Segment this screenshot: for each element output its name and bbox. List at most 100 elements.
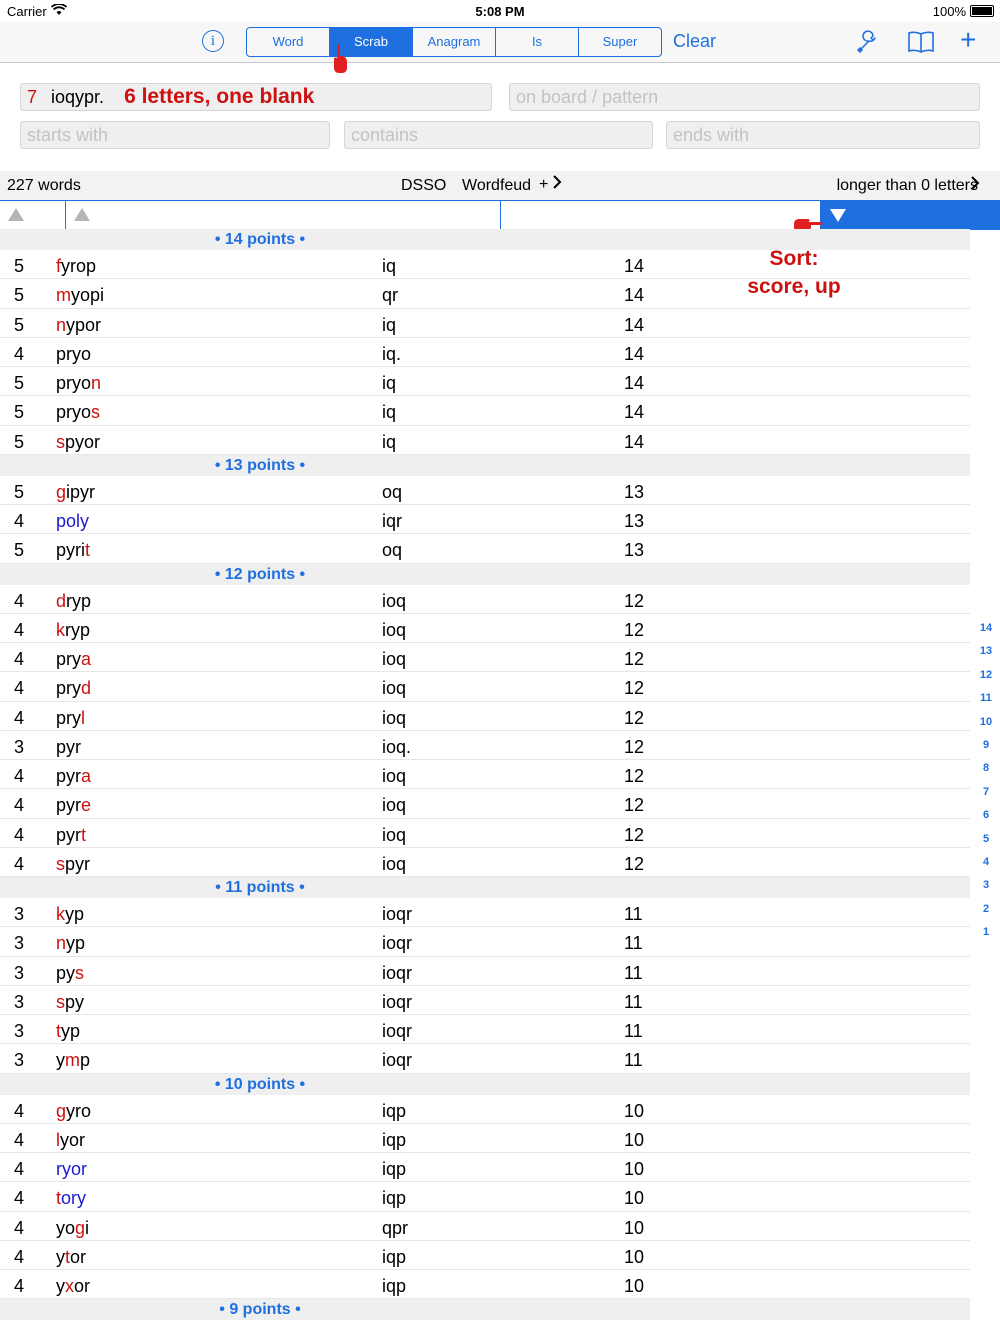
word-length: 5	[14, 314, 25, 335]
word-row[interactable]: 4 pryd ioq 12	[0, 672, 970, 702]
leftover-letters: oq	[382, 540, 403, 561]
word-row[interactable]: 5 pryos iq 14	[0, 396, 970, 426]
more-options-button[interactable]: +	[539, 175, 562, 194]
word-row[interactable]: 5 gipyr oq 13	[0, 476, 970, 505]
word-row[interactable]: 3 ymp ioqr 11	[0, 1044, 970, 1074]
sort-score-column[interactable]	[820, 201, 1000, 229]
word-score: 12	[624, 678, 645, 699]
index-item[interactable]: 4	[975, 856, 997, 879]
word-row[interactable]: 4 pyre ioq 12	[0, 789, 970, 819]
dictionary-button[interactable]: DSSO	[401, 177, 446, 195]
ends-with-field[interactable]: ends with	[666, 121, 980, 149]
contains-field[interactable]: contains	[344, 121, 653, 149]
rack-letters: py	[65, 991, 85, 1012]
word-row[interactable]: 3 typ ioqr 11	[0, 1015, 970, 1045]
game-button[interactable]: Wordfeud	[462, 177, 531, 195]
segment-anagram[interactable]: Anagram	[413, 28, 496, 56]
letters-field[interactable]: 7 ioqypr. 6 letters, one blank	[20, 83, 492, 111]
word-row[interactable]: 5 spyor iq 14	[0, 426, 970, 455]
rack-letters: yp	[66, 933, 86, 954]
word-score: 13	[624, 511, 645, 531]
added-letters: a	[81, 649, 92, 669]
index-item[interactable]: 11	[975, 692, 997, 715]
starts-with-field[interactable]: starts with	[20, 121, 330, 149]
word-row[interactable]: 4 ytor iqp 10	[0, 1241, 970, 1270]
word-score: 13	[624, 481, 645, 502]
index-item[interactable]: 12	[975, 669, 997, 692]
rack-letters: pyr	[56, 766, 82, 786]
book-icon[interactable]	[907, 30, 935, 59]
word-text: gipyr	[56, 482, 95, 503]
word-row[interactable]: 4 spyr ioq 12	[0, 848, 970, 877]
word-score: 11	[624, 991, 643, 1012]
sort-length-column[interactable]	[0, 201, 66, 229]
length-filter-label[interactable]: longer than 0 letters	[837, 177, 978, 195]
index-item[interactable]: 7	[975, 786, 997, 809]
word-row[interactable]: 3 spy ioqr 11	[0, 986, 970, 1015]
added-letters: s	[56, 431, 65, 452]
word-row[interactable]: 4 tory iqp 10	[0, 1182, 970, 1212]
word-row[interactable]: 4 ryor iqp 10	[0, 1153, 970, 1183]
added-letters: d	[81, 678, 92, 699]
added-letters: t	[85, 540, 91, 561]
sort-leftover-column[interactable]	[501, 201, 820, 229]
word-row[interactable]: 4 yogi qpr 10	[0, 1212, 970, 1241]
added-letters: n	[56, 314, 67, 335]
word-row[interactable]: 4 poly iqr 13	[0, 505, 970, 535]
word-row[interactable]: 4 kryp ioq 12	[0, 614, 970, 643]
rack-letters: p	[80, 1050, 91, 1071]
word-row[interactable]: 3 pyr ioq. 12	[0, 731, 970, 760]
index-item[interactable]: 3	[975, 879, 997, 902]
segment-is[interactable]: Is	[496, 28, 579, 56]
index-item[interactable]: 5	[975, 833, 997, 856]
section-header: • 13 points •	[0, 454, 970, 476]
section-index: 14 13 12 11 10 9 8 7 6 5 4 3 2 1	[975, 622, 997, 949]
plus-icon[interactable]: +	[960, 25, 976, 55]
word-row[interactable]: 5 fyrop iq 14	[0, 250, 970, 280]
sort-word-column[interactable]	[66, 201, 501, 229]
index-item[interactable]: 13	[975, 645, 997, 668]
word-row[interactable]: 4 pyra ioq 12	[0, 760, 970, 790]
leftover-letters: ioq	[382, 824, 407, 845]
word-row[interactable]: 4 prya ioq 12	[0, 643, 970, 673]
index-item[interactable]: 8	[975, 762, 997, 785]
word-score: 12	[624, 795, 645, 816]
word-row[interactable]: 3 pys ioqr 11	[0, 957, 970, 986]
word-row[interactable]: 4 pryl ioq 12	[0, 702, 970, 731]
wrench-icon[interactable]	[856, 30, 880, 59]
word-row[interactable]: 3 kyp ioqr 11	[0, 898, 970, 928]
word-row[interactable]: 4 pyrt ioq 12	[0, 819, 970, 848]
leftover-letters: iqp	[382, 1159, 407, 1179]
leftover-letters: iqr	[382, 511, 403, 531]
word-score: 12	[624, 824, 645, 845]
word-row[interactable]: 5 myopi qr 14	[0, 279, 970, 309]
word-length: 5	[14, 481, 25, 502]
word-score: 14	[624, 402, 645, 423]
word-row[interactable]: 5 pryon iq 14	[0, 367, 970, 397]
index-item[interactable]: 2	[975, 903, 997, 926]
word-row[interactable]: 5 pyrit oq 13	[0, 534, 970, 564]
leftover-letters: ioq	[382, 619, 407, 640]
segment-super[interactable]: Super	[579, 28, 661, 56]
rack-letters: ryp	[65, 619, 91, 640]
added-letters: g	[75, 1217, 86, 1238]
word-row[interactable]: 4 gyro iqp 10	[0, 1095, 970, 1124]
index-item[interactable]: 9	[975, 739, 997, 762]
clear-button[interactable]: Clear	[673, 31, 716, 52]
index-item[interactable]: 14	[975, 622, 997, 645]
segment-word[interactable]: Word	[247, 28, 330, 56]
word-row[interactable]: 4 pryo iq. 14	[0, 338, 970, 367]
chevron-right-icon[interactable]	[971, 174, 980, 195]
word-row[interactable]: 4 yxor iqp 10	[0, 1270, 970, 1300]
index-item[interactable]: 6	[975, 809, 997, 832]
word-row[interactable]: 5 nypor iq 14	[0, 309, 970, 338]
index-item[interactable]: 10	[975, 716, 997, 739]
word-row[interactable]: 4 lyor iqp 10	[0, 1124, 970, 1153]
info-icon[interactable]: i	[202, 30, 224, 52]
index-item[interactable]: 1	[975, 926, 997, 949]
word-text: ytor	[56, 1247, 86, 1268]
board-pattern-field[interactable]: on board / pattern	[509, 83, 980, 111]
word-row[interactable]: 3 nyp ioqr 11	[0, 927, 970, 957]
added-letters: k	[56, 619, 65, 640]
word-row[interactable]: 4 dryp ioq 12	[0, 585, 970, 614]
